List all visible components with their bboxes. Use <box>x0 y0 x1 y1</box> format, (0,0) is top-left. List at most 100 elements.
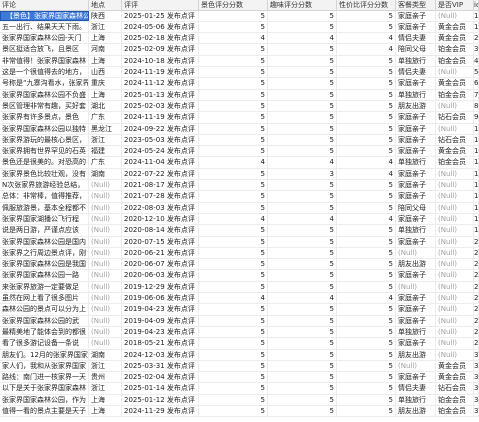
cell-comment[interactable]: 景区挺适合放飞，且景区 <box>0 44 89 55</box>
cell-vip[interactable]: (Null) <box>436 270 474 281</box>
cell-comment[interactable]: 张家界国家森林公园一路 <box>0 270 89 281</box>
cell-place[interactable]: 上海 <box>89 394 122 405</box>
cell-place[interactable]: 上海 <box>89 405 122 417</box>
table-row[interactable]: 景区挺适合放飞，且景区 河南 2025-02-09 发布点评 5 5 4 陪同父母 铂金会员 3 <box>0 44 479 56</box>
cell-scenery-score[interactable]: 5 <box>199 236 268 247</box>
cell-date[interactable]: 2020-07-15 发布点评 <box>122 236 199 247</box>
cell-place[interactable]: 山西 <box>89 67 122 78</box>
cell-date[interactable]: 2024-05-24 发布点评 <box>122 146 199 157</box>
cell-value-score[interactable]: 5 <box>337 304 396 315</box>
cell-date[interactable]: 2024-11-04 发布点评 <box>122 157 199 168</box>
cell-trip-type[interactable]: 家庭亲子 <box>396 372 436 383</box>
cell-scenery-score[interactable]: 4 <box>199 293 268 304</box>
cell-fun-score[interactable]: 5 <box>268 247 337 259</box>
table-row[interactable]: 佩服旅游景，基本全程都不 (Null) 2022-08-03 发布点评 5 5 5 陪同父母… <box>0 202 479 214</box>
cell-date[interactable]: 2020-06-03 发布点评 <box>122 270 199 281</box>
cell-value-score[interactable]: 4 <box>337 44 396 55</box>
cell-date[interactable]: 2024-10-18 发布点评 <box>122 55 199 67</box>
cell-place[interactable]: 福建 <box>89 146 122 157</box>
cell-fun-score[interactable]: 5 <box>268 281 337 293</box>
cell-value-score[interactable]: 4 <box>337 293 396 304</box>
table-row[interactable]: 【景色】张家界国家森林公园 陕西 2025-01-25 发布点评 5 5 5 家庭亲子 (Nu… <box>0 10 479 22</box>
cell-comment[interactable]: 张家界国家森林公园-天门 <box>0 33 89 44</box>
cell-scenery-score[interactable]: 5 <box>199 326 268 338</box>
cell-value-score[interactable]: 5 <box>337 349 396 360</box>
cell-value-score[interactable]: 5 <box>337 180 396 191</box>
table-row[interactable]: 张家界国家森林公园是我国 (Null) 2020-06-07 发布点评 5 5 5 朋友出游… <box>0 259 479 271</box>
cell-id[interactable]: 3 <box>474 44 479 55</box>
cell-place[interactable]: 浙江 <box>89 383 122 394</box>
cell-id[interactable]: 15 <box>474 180 479 191</box>
cell-place[interactable]: 广东 <box>89 157 122 168</box>
cell-date[interactable]: 2024-05-06 发布点评 <box>122 21 199 33</box>
cell-vip[interactable]: 黄金会员 <box>436 78 474 89</box>
cell-fun-score[interactable]: 5 <box>268 338 337 349</box>
cell-comment[interactable]: 张家界国家森林公园，作为 <box>0 394 89 405</box>
cell-comment[interactable]: 张家界国家森林公园是我国 <box>0 259 89 270</box>
cell-comment[interactable]: 张家界景色比较壮观，没有 <box>0 168 89 180</box>
cell-trip-type[interactable]: 家庭亲子 <box>396 78 436 89</box>
cell-fun-score[interactable]: 5 <box>268 10 337 21</box>
cell-id[interactable]: 17 <box>474 202 479 213</box>
cell-vip[interactable]: 钻石会员 <box>436 112 474 123</box>
cell-place[interactable]: 上海 <box>89 89 122 100</box>
cell-vip[interactable]: (Null) <box>436 326 474 338</box>
cell-value-score[interactable]: 5 <box>337 191 396 202</box>
cell-id[interactable]: 16 <box>474 191 479 202</box>
cell-scenery-score[interactable]: 4 <box>199 213 268 225</box>
cell-trip-type[interactable]: 家庭亲子 <box>396 304 436 315</box>
table-row[interactable]: 张家界拥有世界罕见的石英 福建 2024-05-24 发布点评 5 5 5 家庭亲子 黄金会员… <box>0 146 479 158</box>
cell-date[interactable]: 2025-01-12 发布点评 <box>122 394 199 405</box>
cell-comment[interactable]: 号称是“九寨沟看水，张家界 <box>0 78 89 89</box>
table-row[interactable]: 这是一个很值得去的地方， 山西 2024-11-19 发布点评 5 5 5 情侣夫妻 (Nul… <box>0 67 479 79</box>
cell-fun-score[interactable]: 5 <box>268 55 337 67</box>
cell-vip[interactable]: (Null) <box>436 338 474 349</box>
cell-date[interactable]: 2022-08-03 发布点评 <box>122 202 199 213</box>
cell-vip[interactable]: (Null) <box>436 100 474 112</box>
cell-scenery-score[interactable]: 5 <box>199 270 268 281</box>
cell-value-score[interactable]: 5 <box>337 315 396 326</box>
cell-scenery-score[interactable]: 5 <box>199 191 268 202</box>
cell-id[interactable]: 31 <box>474 349 479 360</box>
cell-value-score[interactable]: 5 <box>337 55 396 67</box>
cell-fun-score[interactable]: 5 <box>268 67 337 78</box>
cell-comment[interactable]: 家人们，我和从张家界国家 <box>0 360 89 372</box>
column-header-value[interactable]: 性价比评分分数 <box>337 0 396 10</box>
table-row[interactable]: 号称是“九寨沟看水，张家界 重庆 2024-11-12 发布点评 5 5 5 家庭亲子 黄金会… <box>0 78 479 90</box>
table-row[interactable]: 张家界国家森林公园以独特 黑龙江 2024-09-22 发布点评 5 5 5 家庭亲子 (Nu… <box>0 123 479 135</box>
cell-scenery-score[interactable]: 5 <box>199 168 268 180</box>
table-row[interactable]: 张家界国家湖播公飞行程 (Null) 2020-12-10 发布点评 4 4 4 家庭亲子(… <box>0 213 479 226</box>
cell-value-score[interactable]: 5 <box>337 112 396 123</box>
cell-scenery-score[interactable]: 5 <box>199 55 268 67</box>
cell-comment[interactable]: 【景色】张家界国家森林公园 <box>0 10 89 21</box>
cell-fun-score[interactable]: 5 <box>268 326 337 338</box>
cell-date[interactable]: 2019-04-23 发布点评 <box>122 304 199 315</box>
cell-fun-score[interactable]: 5 <box>268 21 337 33</box>
cell-date[interactable]: 2025-03-31 发布点评 <box>122 360 199 372</box>
cell-date[interactable]: 2024-09-22 发布点评 <box>122 123 199 134</box>
column-header-scenery[interactable]: 景色评分分数 <box>199 0 268 10</box>
cell-comment[interactable]: 来张家界旅游一定要做足 <box>0 281 89 293</box>
cell-comment[interactable]: 佩服旅游景，基本全程都不 <box>0 202 89 213</box>
cell-value-score[interactable]: 5 <box>337 326 396 338</box>
cell-date[interactable]: 2020-06-07 发布点评 <box>122 259 199 270</box>
cell-trip-type[interactable]: 单独旅行 <box>396 157 436 168</box>
cell-id[interactable]: 25 <box>474 293 479 304</box>
cell-vip[interactable]: (Null) <box>436 191 474 202</box>
cell-value-score[interactable]: 4 <box>337 213 396 225</box>
cell-comment[interactable]: 景色还是很美的。对恐高的 <box>0 157 89 168</box>
cell-date[interactable]: 2025-01-13 发布点评 <box>122 89 199 100</box>
cell-comment[interactable]: 张家界有许多景点，景色 <box>0 112 89 123</box>
cell-fun-score[interactable]: 5 <box>268 146 337 157</box>
cell-trip-type[interactable]: 单独旅行 <box>396 326 436 338</box>
cell-place[interactable]: (Null) <box>89 259 122 270</box>
cell-value-score[interactable]: 5 <box>337 394 396 405</box>
cell-comment[interactable]: 朋友们。12月的张家界国家 <box>0 349 89 360</box>
cell-scenery-score[interactable]: 5 <box>199 315 268 326</box>
cell-place[interactable]: 浙江 <box>89 134 122 146</box>
cell-date[interactable]: 2025-02-04 发布点评 <box>122 372 199 383</box>
cell-place[interactable]: 湖北 <box>89 100 122 112</box>
cell-trip-type[interactable]: 家庭亲子 <box>396 213 436 225</box>
cell-id[interactable]: 14 <box>474 168 479 180</box>
cell-date[interactable]: 2025-02-09 发布点评 <box>122 44 199 55</box>
